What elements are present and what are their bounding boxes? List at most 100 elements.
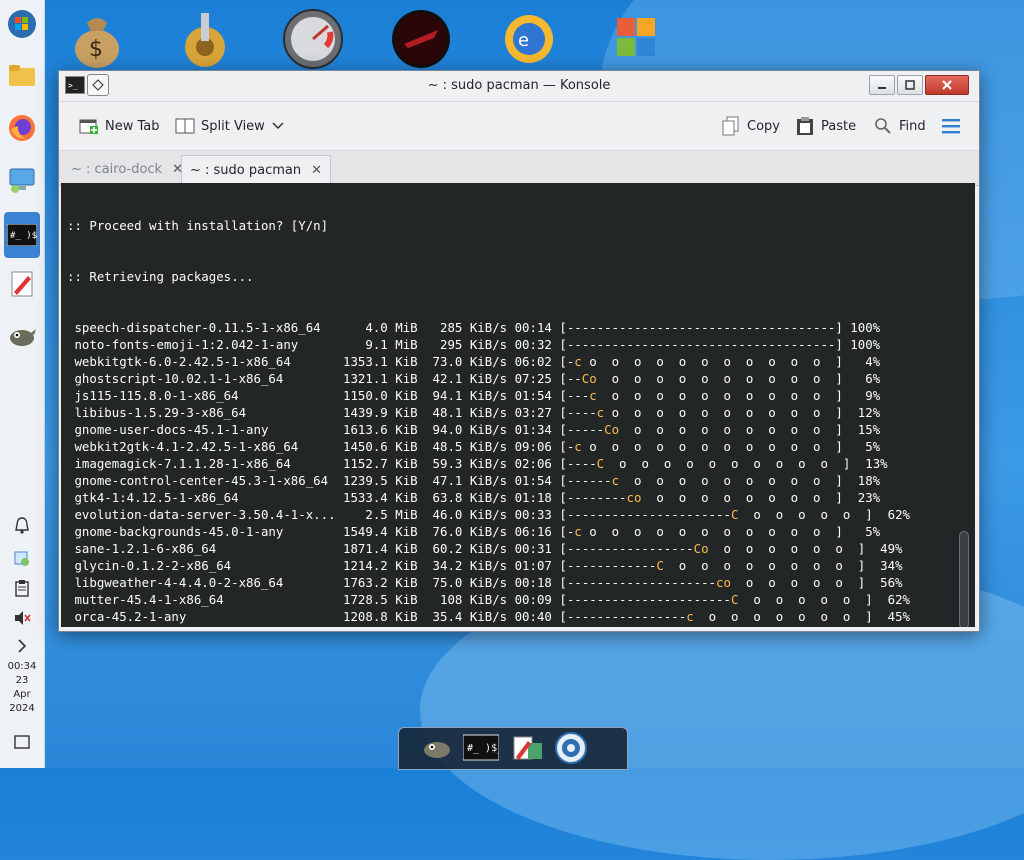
window-titlebar[interactable]: >_ ~ : sudo pacman — Konsole	[59, 71, 979, 102]
file-manager-icon[interactable]	[4, 58, 40, 94]
package-row: webkit2gtk-4.1-2.42.5-1-x86_64 1450.6 Ki…	[67, 438, 951, 455]
split-view-button[interactable]: Split View	[175, 114, 285, 138]
progress-bar-done: [------------	[559, 558, 657, 573]
chevron-right-icon[interactable]	[10, 634, 34, 658]
firefox-icon[interactable]	[4, 110, 40, 146]
minimize-button[interactable]	[869, 75, 895, 95]
settings-gear-icon[interactable]	[174, 8, 236, 70]
package-row: sane-1.2.1-6-x86_64 1871.4 KiB 60.2 KiB/…	[67, 540, 951, 557]
pacman-glyph: c	[574, 354, 582, 369]
search-icon	[873, 116, 893, 136]
progress-bar-remaining: o o o o o ]	[738, 507, 873, 522]
copy-button[interactable]: Copy	[721, 114, 780, 138]
close-button[interactable]	[925, 75, 969, 95]
network-icon[interactable]	[10, 546, 34, 570]
progress-percent: 62%	[872, 507, 910, 522]
scrollbar-thumb[interactable]	[959, 531, 969, 627]
progress-bar-done: [-	[559, 524, 575, 539]
package-row: glycin-0.1.2-2-x86_64 1214.2 KiB 34.2 Ki…	[67, 557, 951, 574]
remote-desktop-icon[interactable]	[4, 162, 40, 198]
system-settings-dock-icon[interactable]	[553, 731, 589, 765]
text-editor-icon[interactable]	[4, 266, 40, 302]
left-panel: #_ )$_ 00:34 23 Apr 2024	[0, 0, 45, 768]
svg-text:#_ )$_: #_ )$_	[467, 743, 499, 754]
new-tab-icon	[79, 116, 99, 136]
progress-percent: 61%	[865, 626, 902, 627]
package-info: glycin-0.1.2-2-x86_64 1214.2 KiB 34.2 Ki…	[67, 558, 560, 573]
clipboard-icon[interactable]	[10, 576, 34, 600]
package-row: evolution-data-server-3.50.4-1-x... 2.5 …	[67, 506, 951, 523]
find-button[interactable]: Find	[873, 114, 926, 138]
package-row: gtk4-1:4.12.5-1-x86_64 1533.4 KiB 63.8 K…	[67, 489, 951, 506]
start-menu-icon[interactable]	[4, 6, 40, 42]
chevron-down-icon[interactable]	[271, 116, 285, 136]
konsole-task-icon[interactable]: #_ )$_	[4, 212, 40, 258]
package-row: noto-fonts-emoji-1:2.042-1-any 9.1 MiB 2…	[67, 336, 951, 353]
paste-button[interactable]: Paste	[795, 114, 856, 138]
clock-year: 2024	[9, 703, 35, 714]
money-bag-icon[interactable]: $	[66, 8, 128, 70]
hamburger-menu-button[interactable]	[941, 114, 961, 138]
tab-bar: ~ : cairo-dock ✕ ~ : sudo pacman ✕	[59, 151, 979, 186]
text-editor-dock-icon[interactable]	[509, 731, 545, 765]
ie-sun-icon[interactable]: e	[498, 8, 560, 70]
show-desktop-icon[interactable]	[10, 730, 34, 754]
close-tab-icon[interactable]: ✕	[311, 163, 322, 178]
progress-bar-done: [----------------------	[559, 592, 731, 607]
progress-bar-remaining: o o o o o o o o o o ]	[604, 456, 851, 471]
split-view-label: Split View	[201, 118, 265, 134]
svg-text:$: $	[89, 37, 103, 62]
tab-label: ~ : sudo pacman	[190, 163, 302, 178]
progress-percent: 5%	[842, 524, 881, 539]
progress-bar-remaining: o o o o o o o o o o ]	[596, 388, 843, 403]
tab-label: ~ : cairo-dock	[71, 162, 163, 177]
paste-label: Paste	[821, 118, 857, 134]
progress-bar-remaining: o o o o o ]	[731, 626, 865, 627]
volume-muted-icon[interactable]	[10, 606, 34, 630]
pacman-glyph: c	[574, 524, 582, 539]
pacman-glyph: C	[656, 558, 664, 573]
clock-time: 00:34	[7, 661, 37, 672]
progress-bar-remaining: o o o o o o ]	[708, 541, 866, 556]
progress-percent: 49%	[865, 541, 903, 556]
tab-sudo-pacman[interactable]: ~ : sudo pacman ✕	[181, 155, 332, 185]
pacman-glyph: co	[716, 575, 731, 590]
progress-bar-done: [----	[559, 405, 597, 420]
progress-bar-done: [--	[559, 371, 582, 386]
terminal-scrollbar[interactable]	[959, 191, 969, 627]
system-clock[interactable]: 00:34 23 Apr 2024	[0, 660, 44, 716]
package-row: webkitgtk-6.0-2.42.5-1-x86_64 1353.1 KiB…	[67, 353, 951, 370]
tab-cairo-dock[interactable]: ~ : cairo-dock ✕	[63, 155, 191, 184]
package-info: libgweather-4-4.4.0-2-x86_64 1763.2 KiB …	[67, 575, 560, 590]
hamburger-menu-icon	[941, 116, 961, 136]
paper-icon[interactable]	[390, 8, 452, 70]
kevin-pc-gauge-icon[interactable]	[282, 8, 344, 70]
package-info: sane-1.2.1-6-x86_64 1871.4 KiB 60.2 KiB/…	[67, 541, 560, 556]
terminal-line: :: Retrieving packages...	[67, 269, 254, 284]
package-info: imagemagick-7.1.1.28-1-x86_64 1152.7 KiB…	[67, 456, 560, 471]
progress-bar-remaining: o o o o o o o o o o o ]	[581, 524, 843, 539]
konsole-window: >_ ~ : sudo pacman — Konsole New Tab Spl…	[58, 70, 980, 632]
progress-percent: 6%	[842, 371, 881, 386]
package-row: mutter-45.4-1-x86_64 1728.5 KiB 108 KiB/…	[67, 591, 951, 608]
kevin-office-icon[interactable]	[606, 8, 668, 70]
progress-percent: 100%	[842, 337, 881, 352]
package-info: orca-45.2-1-any 1208.8 KiB 35.4 KiB/s 00…	[67, 609, 560, 624]
progress-percent: 62%	[872, 592, 910, 607]
new-tab-button[interactable]: New Tab	[79, 114, 160, 138]
gimp-icon[interactable]	[4, 318, 40, 354]
maximize-button[interactable]	[897, 75, 923, 95]
progress-bar-done: [-	[559, 354, 575, 369]
notification-bell-icon[interactable]	[10, 514, 34, 538]
progress-bar-done: [----	[559, 456, 597, 471]
package-info: evolution-data-server-3.50.4-1-x... 2.5 …	[67, 507, 560, 522]
gimp-dock-icon[interactable]	[419, 731, 455, 765]
progress-bar-complete: [------------------------------------]	[559, 337, 843, 352]
package-info: speech-dispatcher-0.11.5-1-x86_64 4.0 Mi…	[67, 320, 560, 335]
package-info: gnome-backgrounds-45.0-1-any 1549.4 KiB …	[67, 524, 560, 539]
terminal-view[interactable]: :: Proceed with installation? [Y/n] :: R…	[61, 183, 975, 627]
konsole-dock-icon[interactable]: #_ )$_	[463, 731, 499, 765]
progress-bar-done: [----------------	[559, 609, 687, 624]
progress-bar-done: [----------------------	[559, 507, 731, 522]
progress-bar-done: [---------------------	[559, 626, 723, 627]
